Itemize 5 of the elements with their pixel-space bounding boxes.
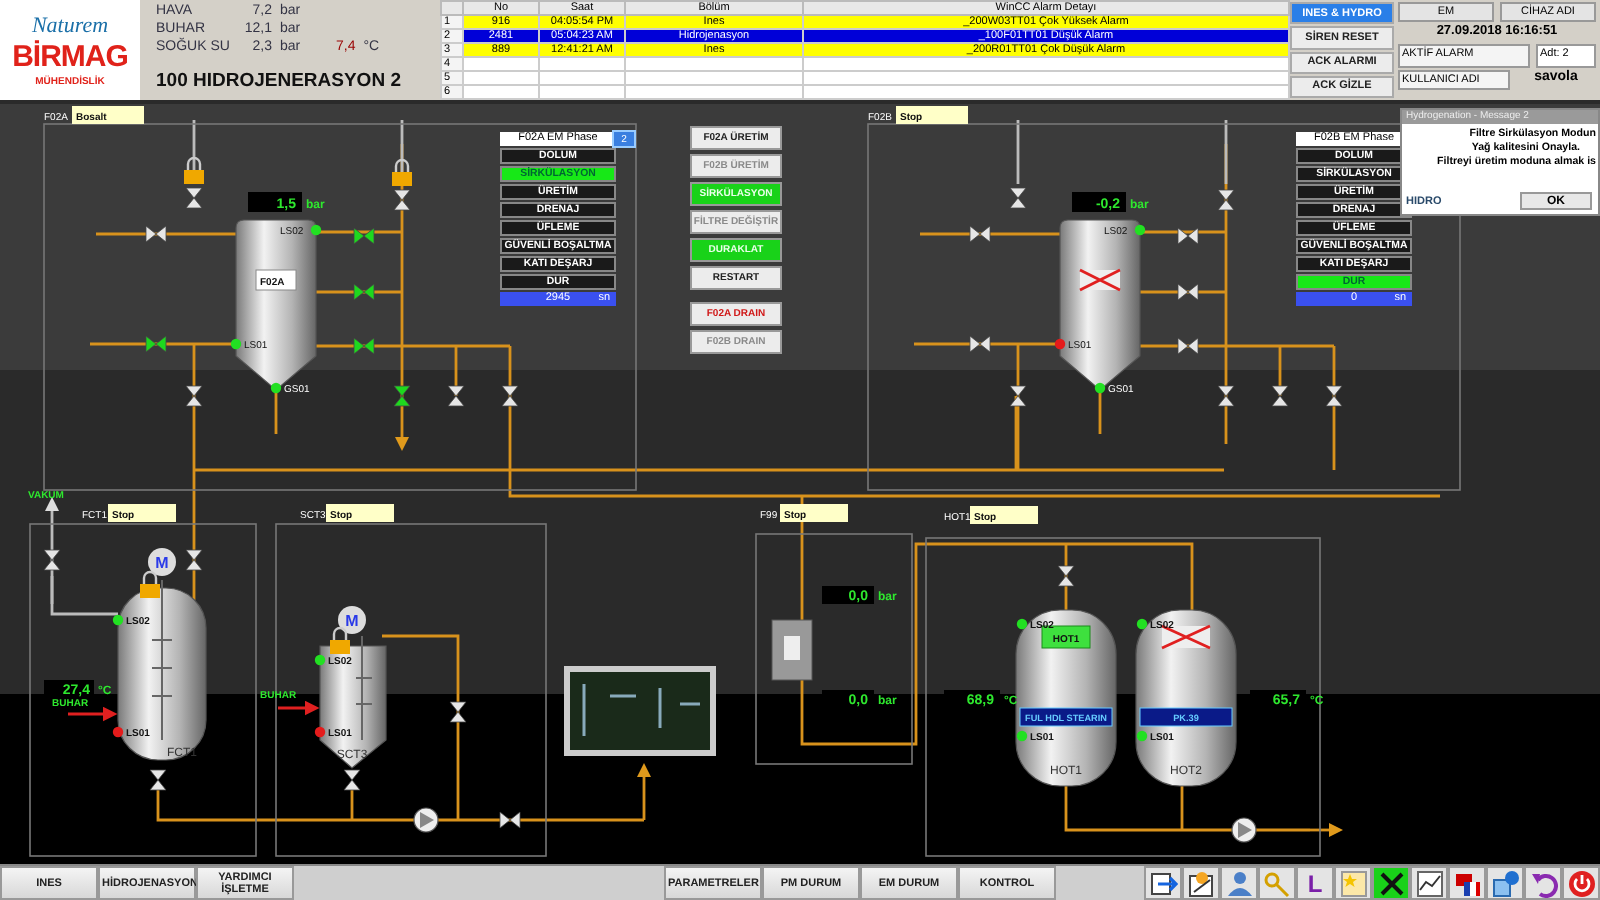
naturem-logo: Naturem bbox=[31, 13, 109, 37]
motor-icon: M bbox=[338, 606, 366, 634]
motor-icon: M bbox=[148, 548, 176, 576]
birmag-logo: BİRMAG bbox=[12, 39, 128, 73]
screen-title: 100 HIDROJENERASYON 2 bbox=[156, 70, 403, 92]
